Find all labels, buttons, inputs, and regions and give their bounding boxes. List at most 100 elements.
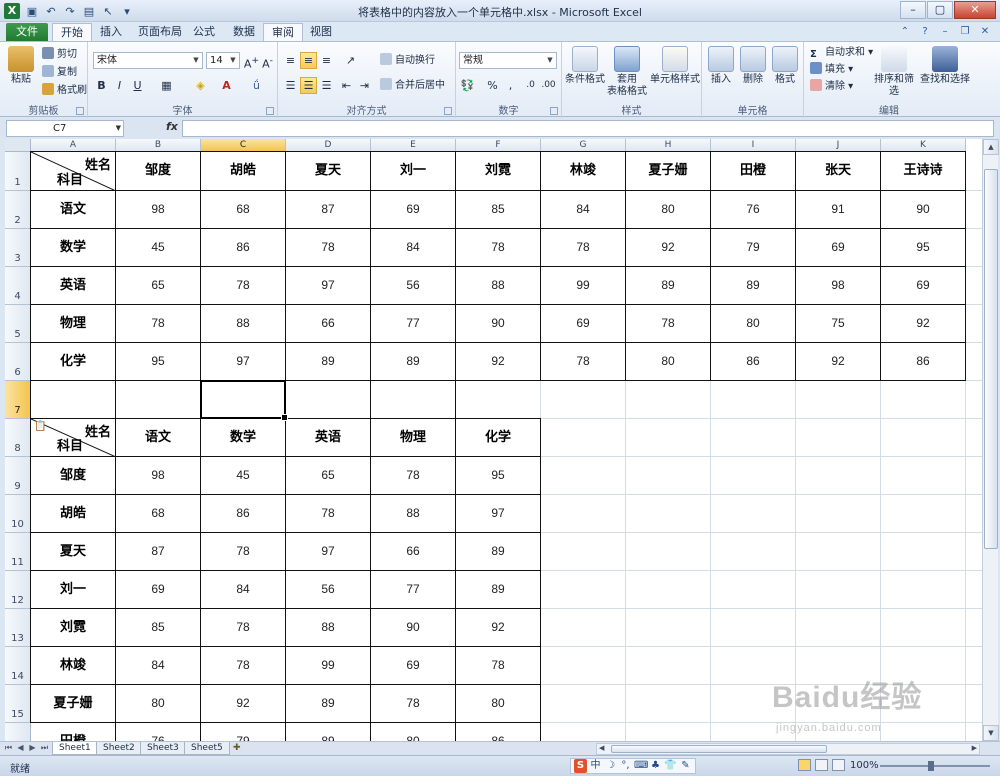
table-cell[interactable]: 胡皓 bbox=[201, 152, 286, 191]
decrease-indent-icon[interactable]: ⇤ bbox=[338, 77, 355, 94]
table-cell[interactable]: 78 bbox=[371, 457, 456, 495]
tab-formulas[interactable]: 公式 bbox=[185, 23, 223, 41]
increase-decimal-icon[interactable]: .0 bbox=[522, 77, 539, 94]
maximize-button[interactable]: ▢ bbox=[927, 1, 953, 19]
font-color-icon[interactable]: A bbox=[218, 77, 235, 94]
align-top-icon[interactable]: ≡ bbox=[282, 52, 299, 69]
table-cell[interactable]: 78 bbox=[371, 685, 456, 723]
diagonal-header-cell[interactable]: 姓名 科目 bbox=[31, 152, 116, 191]
table-cell[interactable]: 91 bbox=[796, 191, 881, 229]
formula-input[interactable] bbox=[182, 120, 994, 137]
sheet-tab-sheet2[interactable]: Sheet2 bbox=[96, 742, 142, 755]
find-select-button[interactable]: 查找和选择 bbox=[920, 46, 970, 86]
table-cell[interactable]: 92 bbox=[796, 343, 881, 381]
table-cell[interactable]: 数学 bbox=[31, 229, 116, 267]
prev-sheet-icon[interactable]: ◀ bbox=[16, 743, 25, 753]
scroll-left-icon[interactable]: ◀ bbox=[599, 744, 604, 752]
table-cell[interactable]: 92 bbox=[626, 229, 711, 267]
table-cell[interactable]: 75 bbox=[796, 305, 881, 343]
select-all-corner[interactable] bbox=[5, 139, 31, 152]
scroll-up-icon[interactable]: ▲ bbox=[983, 139, 999, 155]
table-cell[interactable]: 95 bbox=[881, 229, 966, 267]
decrease-decimal-icon[interactable]: .00 bbox=[540, 77, 557, 94]
table-cell[interactable]: 98 bbox=[116, 191, 201, 229]
name-box[interactable]: C7 ▼ bbox=[6, 120, 124, 137]
table-cell[interactable]: 英语 bbox=[31, 267, 116, 305]
table-cell[interactable]: 80 bbox=[711, 305, 796, 343]
fill-button[interactable]: 填充 ▾ bbox=[810, 62, 853, 77]
conditional-format-button[interactable]: 条件格式 bbox=[564, 46, 606, 86]
table-cell[interactable]: 90 bbox=[456, 305, 541, 343]
table-cell[interactable]: 夏天 bbox=[31, 533, 116, 571]
table-cell[interactable]: 78 bbox=[201, 267, 286, 305]
table-cell[interactable]: 69 bbox=[116, 571, 201, 609]
zoom-level[interactable]: 100% bbox=[850, 760, 879, 771]
table-cell[interactable]: 数学 bbox=[201, 419, 286, 457]
row-header[interactable]: 8 bbox=[5, 419, 31, 457]
table-cell[interactable]: 刘一 bbox=[31, 571, 116, 609]
table-cell[interactable]: 88 bbox=[456, 267, 541, 305]
table-cell[interactable]: 田橙 bbox=[31, 723, 116, 741]
table-cell[interactable]: 92 bbox=[881, 305, 966, 343]
table-cell[interactable]: 89 bbox=[456, 571, 541, 609]
font-size-select[interactable]: 14 ▼ bbox=[206, 52, 240, 69]
cell-styles-button[interactable]: 单元格样式 bbox=[650, 46, 700, 86]
dialog-launcher-icon[interactable] bbox=[444, 107, 452, 115]
font-name-select[interactable]: 宋体 ▼ bbox=[93, 52, 203, 69]
sogou-icon[interactable]: S bbox=[574, 759, 587, 773]
row-header[interactable] bbox=[5, 723, 31, 741]
table-cell[interactable]: 56 bbox=[371, 267, 456, 305]
vertical-scrollbar[interactable]: ▲ ▼ bbox=[982, 139, 999, 741]
table-cell[interactable]: 78 bbox=[201, 609, 286, 647]
table-cell[interactable]: 88 bbox=[371, 495, 456, 533]
dialog-launcher-icon[interactable] bbox=[76, 107, 84, 115]
next-sheet-icon[interactable]: ▶ bbox=[28, 743, 37, 753]
horizontal-scroll-thumb[interactable] bbox=[611, 745, 827, 753]
table-cell[interactable]: 88 bbox=[201, 305, 286, 343]
percent-icon[interactable]: % bbox=[484, 77, 501, 94]
row-header[interactable]: 12 bbox=[5, 571, 31, 609]
table-cell[interactable]: 56 bbox=[286, 571, 371, 609]
align-left-icon[interactable]: ☰ bbox=[282, 77, 299, 94]
table-cell[interactable]: 65 bbox=[116, 267, 201, 305]
window-close-icon[interactable]: ✕ bbox=[978, 24, 992, 38]
ime-skin-icon[interactable]: 👕 bbox=[664, 759, 677, 773]
table-cell[interactable]: 98 bbox=[796, 267, 881, 305]
table-cell[interactable]: 89 bbox=[286, 685, 371, 723]
table-cell[interactable]: 69 bbox=[371, 191, 456, 229]
table-cell[interactable]: 69 bbox=[371, 647, 456, 685]
table-cell[interactable]: 78 bbox=[541, 343, 626, 381]
table-cell[interactable]: 86 bbox=[881, 343, 966, 381]
table-cell[interactable]: 76 bbox=[711, 191, 796, 229]
table-cell[interactable]: 84 bbox=[201, 571, 286, 609]
table-cell[interactable]: 78 bbox=[201, 647, 286, 685]
table-cell[interactable]: 89 bbox=[286, 343, 371, 381]
table-cell[interactable]: 84 bbox=[116, 647, 201, 685]
table-cell[interactable]: 97 bbox=[201, 343, 286, 381]
table-cell[interactable]: 语文 bbox=[31, 191, 116, 229]
first-sheet-icon[interactable]: ⏮ bbox=[4, 743, 13, 753]
autosum-button[interactable]: Σ 自动求和 ▾ bbox=[810, 45, 873, 60]
merge-center-button[interactable]: 合并后居中 bbox=[380, 78, 445, 93]
table-cell[interactable]: 92 bbox=[456, 343, 541, 381]
ime-settings-icon[interactable]: ✎ bbox=[679, 759, 692, 773]
ime-moon-icon[interactable]: ☽ bbox=[604, 759, 617, 773]
table-cell[interactable]: 89 bbox=[626, 267, 711, 305]
currency-icon[interactable]: 💱 bbox=[459, 77, 476, 94]
table-cell[interactable]: 80 bbox=[456, 685, 541, 723]
table-cell[interactable]: 86 bbox=[201, 229, 286, 267]
table-cell[interactable]: 刘霓 bbox=[456, 152, 541, 191]
minimize-ribbon-icon[interactable]: ⌃ bbox=[898, 24, 912, 38]
cut-button[interactable]: 剪切 bbox=[42, 47, 77, 62]
table-cell[interactable]: 化学 bbox=[31, 343, 116, 381]
table-cell[interactable]: 78 bbox=[626, 305, 711, 343]
table-cell[interactable]: 87 bbox=[116, 533, 201, 571]
row-header[interactable]: 3 bbox=[5, 229, 31, 267]
table-cell[interactable]: 物理 bbox=[371, 419, 456, 457]
row-header[interactable]: 13 bbox=[5, 609, 31, 647]
tab-review[interactable]: 审阅 bbox=[263, 23, 303, 41]
sheet-tab-sheet5[interactable]: Sheet5 bbox=[184, 742, 230, 755]
table-cell[interactable]: 88 bbox=[286, 609, 371, 647]
align-middle-icon[interactable]: ≡ bbox=[300, 52, 317, 69]
table-cell[interactable]: 76 bbox=[116, 723, 201, 741]
